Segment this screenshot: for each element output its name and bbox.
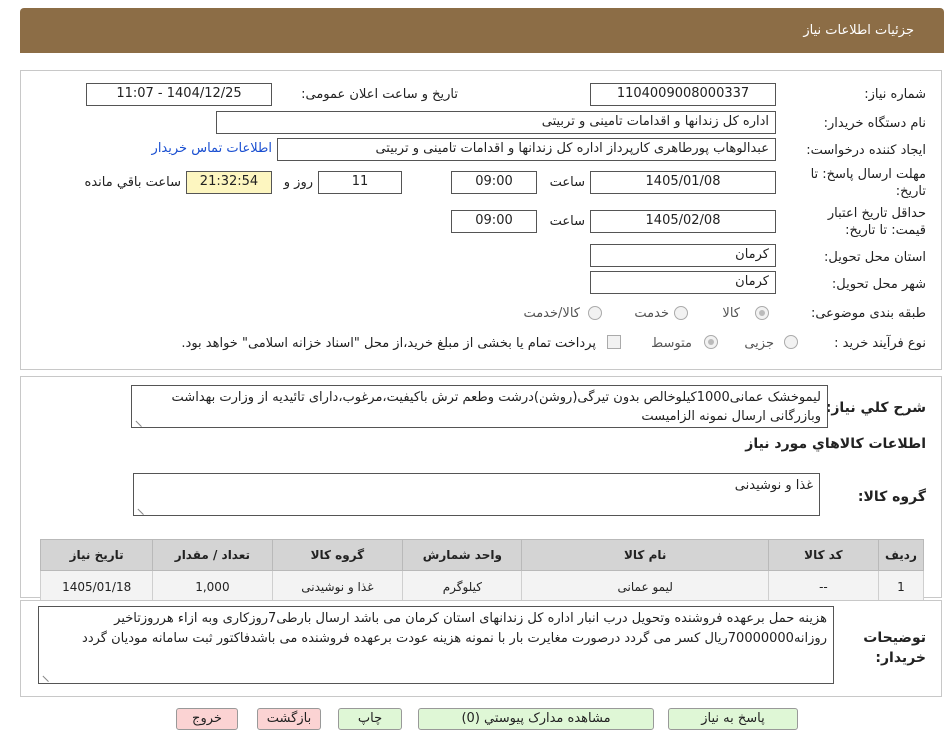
- cell-code: --: [767, 570, 879, 604]
- col-header-unit: واحد شمارش: [402, 539, 523, 571]
- description-text: لیموخشک عمانی1000کیلوخالص بدون تیرگی(روش…: [171, 390, 821, 424]
- city-label: شهر محل تحویل:: [831, 277, 926, 292]
- cell-group: غذا و نوشیدنی: [271, 570, 404, 604]
- cell-quantity: 1,000: [152, 570, 273, 604]
- province-field[interactable]: کرمان: [590, 244, 776, 267]
- process-option-medium: متوسط: [651, 336, 692, 351]
- goods-group-label: گروه کالا:: [857, 489, 926, 505]
- description-label: شرح کلي نياز:: [825, 400, 926, 416]
- creator-field[interactable]: عبدالوهاب پورطاهری کارپرداز اداره کل زند…: [277, 138, 776, 161]
- city-field[interactable]: کرمان: [590, 271, 776, 294]
- print-button[interactable]: چاپ: [338, 708, 402, 730]
- validity-time-field[interactable]: 09:00: [451, 210, 537, 233]
- buyer-notes-textarea[interactable]: هزینه حمل برعهده فروشنده وتحویل درب انبا…: [38, 606, 834, 684]
- validity-time-label: ساعت: [549, 214, 585, 229]
- creator-label: ایجاد کننده درخواست:: [806, 143, 926, 158]
- col-header-row-num: ردیف: [877, 539, 925, 571]
- buyer-notes-label: توضیحات خریدار:: [863, 630, 926, 666]
- view-attachments-button[interactable]: مشاهده مدارک پیوستي (0): [418, 708, 654, 730]
- description-textarea[interactable]: لیموخشک عمانی1000کیلوخالص بدون تیرگی(روش…: [131, 385, 828, 428]
- category-option-goods: کالا: [722, 306, 740, 321]
- col-header-need-date: تاریخ نیاز: [39, 539, 154, 571]
- process-radio-medium[interactable]: [704, 335, 718, 349]
- page-title: جزئیات اطلاعات نیاز: [803, 23, 914, 38]
- cell-need-date: 1405/01/18: [39, 570, 154, 604]
- category-option-service: خدمت: [634, 306, 669, 321]
- col-header-group: گروه کالا: [271, 539, 404, 571]
- days-label: روز و: [283, 175, 313, 190]
- goods-table: ردیف کد کالا نام کالا واحد شمارش گروه کا…: [39, 539, 925, 604]
- table-header-row: ردیف کد کالا نام کالا واحد شمارش گروه کا…: [39, 539, 925, 571]
- cell-name: لیمو عمانی: [521, 570, 769, 604]
- col-header-code: کد کالا: [767, 539, 879, 571]
- col-header-name: نام کالا: [521, 539, 769, 571]
- contact-buyer-link[interactable]: اطلاعات تماس خریدار: [152, 141, 272, 156]
- buyer-notes-text: هزینه حمل برعهده فروشنده وتحویل درب انبا…: [82, 611, 827, 646]
- validity-label: حداقل تاریخ اعتبار قیمت: تا تاریخ:: [827, 206, 926, 238]
- need-number-field[interactable]: 1104009008000337: [590, 83, 776, 106]
- process-label: نوع فرآیند خرید :: [834, 336, 926, 351]
- back-button[interactable]: بازگشت: [257, 708, 321, 730]
- remaining-time-field: 21:32:54: [186, 171, 272, 194]
- reply-time-field[interactable]: 09:00: [451, 171, 537, 194]
- goods-section-title: اطلاعات کالاهاي مورد نياز: [745, 436, 926, 452]
- need-number-label: شماره نیاز:: [864, 87, 926, 102]
- process-option-partial: جزیی: [744, 336, 774, 351]
- reply-time-label: ساعت: [549, 175, 585, 190]
- table-row[interactable]: 1 -- لیمو عمانی کیلوگرم غذا و نوشیدنی 1,…: [39, 570, 925, 604]
- category-option-goods-service: کالا/خدمت: [523, 306, 580, 321]
- remaining-label: ساعت باقي مانده: [84, 175, 181, 190]
- buyer-org-field[interactable]: اداره کل زندانها و اقدامات تامینی و تربی…: [216, 111, 776, 134]
- treasury-payment-checkbox[interactable]: [607, 335, 621, 349]
- category-radio-goods[interactable]: [755, 306, 769, 320]
- buyer-org-label: نام دستگاه خریدار:: [823, 116, 926, 131]
- reply-deadline-label: مهلت ارسال پاسخ: تا تاریخ:: [810, 167, 926, 199]
- cell-row-num: 1: [877, 570, 925, 604]
- province-label: استان محل تحویل:: [824, 250, 926, 265]
- goods-group-text: غذا و نوشیدنی: [734, 478, 813, 493]
- validity-date-field[interactable]: 1405/02/08: [590, 210, 776, 233]
- announce-label: تاریخ و ساعت اعلان عمومی:: [301, 87, 458, 102]
- category-radio-goods-service[interactable]: [588, 306, 602, 320]
- treasury-payment-note: پرداخت تمام یا بخشی از مبلغ خرید،از محل …: [181, 336, 596, 351]
- goods-group-textarea[interactable]: غذا و نوشیدنی: [133, 473, 820, 516]
- page-header: جزئیات اطلاعات نیاز: [20, 8, 944, 53]
- col-header-quantity: تعداد / مقدار: [152, 539, 273, 571]
- category-label: طبقه بندی موضوعی:: [810, 306, 926, 321]
- reply-date-field[interactable]: 1405/01/08: [590, 171, 776, 194]
- reply-button[interactable]: پاسخ به نیاز: [668, 708, 798, 730]
- category-radio-service[interactable]: [674, 306, 688, 320]
- process-radio-partial[interactable]: [784, 335, 798, 349]
- days-field[interactable]: 11: [318, 171, 402, 194]
- exit-button[interactable]: خروج: [176, 708, 238, 730]
- announce-field[interactable]: 1404/12/25 - 11:07: [86, 83, 272, 106]
- cell-unit: کیلوگرم: [402, 570, 523, 604]
